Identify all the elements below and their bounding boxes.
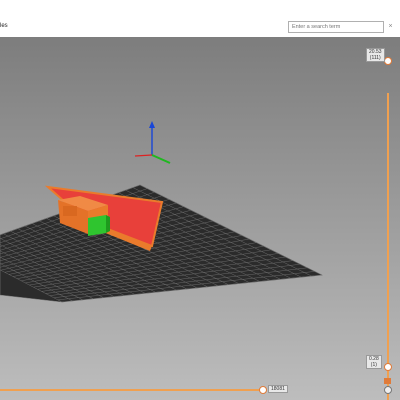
layer-top-number: (111) [369,55,381,61]
model-box-window [63,206,77,216]
3d-viewport[interactable]: 20.53 (111) 0.28 (1) [0,37,400,400]
layer-slider-track[interactable] [387,93,389,400]
x-axis [134,154,153,157]
move-slider-value: 18081 [268,385,288,393]
z-axis-arrow [149,121,155,128]
layer-bottom-number: (1) [370,362,377,368]
model-green-part [88,215,106,236]
layer-slider-bottom-thumb[interactable] [384,363,392,371]
search-input[interactable] [288,21,384,33]
settings-icon[interactable] [384,386,392,394]
y-axis [151,154,171,164]
toolbar-label: les [0,23,8,29]
top-toolbar: les × [0,0,400,38]
layer-bottom-label: 0.28 (1) [366,355,382,369]
close-icon[interactable]: × [386,22,395,31]
lock-icon[interactable] [384,378,391,384]
layer-top-label: 20.53 (111) [366,48,385,62]
model-green-side [106,215,110,233]
scene [0,121,324,303]
layer-slider-top-thumb[interactable] [384,57,392,65]
move-slider-track[interactable] [0,389,262,391]
move-slider-thumb[interactable] [259,386,267,394]
